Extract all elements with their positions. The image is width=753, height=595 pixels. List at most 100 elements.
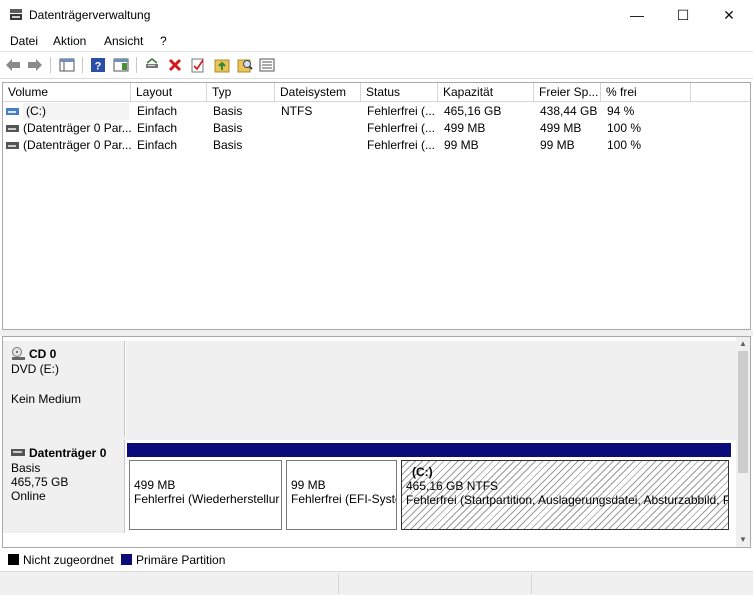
legend: Nicht zugeordnet Primäre Partition bbox=[0, 549, 753, 571]
toolbar-separator bbox=[82, 57, 83, 73]
console-tree-icon[interactable] bbox=[58, 56, 76, 74]
partition-status: Fehlerfrei (Startpartition, Auslagerungs… bbox=[406, 493, 729, 507]
toolbar: ? bbox=[0, 52, 753, 79]
volume-drive-icon bbox=[6, 125, 19, 132]
partition-efi[interactable]: 99 MB Fehlerfrei (EFI-Syste bbox=[284, 443, 399, 533]
cd-empty-area bbox=[126, 341, 736, 437]
scrollbar-thumb[interactable] bbox=[738, 351, 748, 473]
cell-dateisystem: NTFS bbox=[281, 104, 313, 118]
disk0-state: Online bbox=[11, 489, 46, 503]
volume-list[interactable]: Volume Layout Typ Dateisystem Status Kap… bbox=[2, 82, 751, 330]
action-pane-icon[interactable] bbox=[112, 56, 130, 74]
partition-recovery[interactable]: 499 MB Fehlerfrei (Wiederherstellur bbox=[127, 443, 284, 533]
column-kapazitaet[interactable]: Kapazität bbox=[438, 83, 534, 102]
cell-prozent-frei: 100 % bbox=[607, 138, 642, 152]
column-prozent-frei[interactable]: % frei bbox=[601, 83, 691, 102]
partition-c[interactable]: (C:) 465,16 GB NTFS Fehlerfrei (Startpar… bbox=[399, 443, 731, 533]
column-typ[interactable]: Typ bbox=[207, 83, 275, 102]
cell-freier-speicher: 99 MB bbox=[540, 138, 575, 152]
partition-type-bar bbox=[399, 443, 731, 457]
partition-status: Fehlerfrei (EFI-Syste bbox=[291, 492, 397, 506]
partition-label: (C:) bbox=[412, 465, 433, 479]
status-bar bbox=[0, 571, 753, 595]
details-view-icon[interactable] bbox=[258, 56, 276, 74]
title-bar: Datenträgerverwaltung — ☐ ✕ bbox=[0, 0, 753, 30]
properties-icon[interactable] bbox=[189, 56, 207, 74]
column-freier-speicher[interactable]: Freier Sp... bbox=[534, 83, 601, 102]
partition-body-selected: (C:) 465,16 GB NTFS Fehlerfrei (Startpar… bbox=[401, 460, 729, 530]
scroll-up-icon[interactable]: ▲ bbox=[736, 338, 750, 350]
cell-status: Fehlerfrei (... bbox=[367, 121, 436, 135]
cell-volume: (Datenträger 0 Par... bbox=[23, 121, 131, 135]
back-arrow-icon[interactable] bbox=[4, 56, 22, 74]
help-icon[interactable]: ? bbox=[89, 56, 107, 74]
cell-typ: Basis bbox=[213, 121, 243, 135]
column-layout[interactable]: Layout bbox=[131, 83, 207, 102]
cell-layout: Einfach bbox=[137, 138, 178, 152]
menu-ansicht[interactable]: Ansicht bbox=[104, 34, 143, 48]
volume-drive-icon bbox=[6, 142, 19, 149]
legend-label-primary: Primäre Partition bbox=[136, 553, 226, 567]
connect-disk-icon[interactable] bbox=[143, 56, 161, 74]
cell-prozent-frei: 100 % bbox=[607, 121, 642, 135]
status-divider bbox=[531, 574, 532, 594]
cell-layout: Einfach bbox=[137, 104, 178, 118]
cd-media-status: Kein Medium bbox=[11, 392, 82, 406]
column-dateisystem[interactable]: Dateisystem bbox=[275, 83, 361, 102]
column-volume[interactable]: Volume bbox=[3, 83, 131, 102]
cell-layout: Einfach bbox=[137, 121, 178, 135]
cell-volume: (C:) bbox=[23, 103, 129, 120]
partition-size: 499 MB bbox=[134, 478, 176, 492]
delete-icon[interactable] bbox=[166, 56, 184, 74]
disk-management-app-icon bbox=[10, 9, 22, 20]
menu-aktion[interactable]: Aktion bbox=[53, 34, 86, 48]
up-folder-icon[interactable] bbox=[213, 56, 231, 74]
partition-body: 99 MB Fehlerfrei (EFI-Syste bbox=[286, 460, 397, 530]
legend-swatch-primary bbox=[121, 554, 132, 565]
scroll-down-icon[interactable]: ▼ bbox=[736, 534, 750, 546]
minimize-button[interactable]: — bbox=[614, 0, 660, 30]
table-row[interactable]: (Datenträger 0 Par... Einfach Basis Fehl… bbox=[3, 120, 750, 137]
table-row[interactable]: (C:) Einfach Basis NTFS Fehlerfrei (... … bbox=[3, 103, 750, 120]
cell-typ: Basis bbox=[213, 138, 243, 152]
forward-arrow-icon[interactable] bbox=[26, 56, 44, 74]
vertical-scrollbar[interactable]: ▲ ▼ bbox=[736, 337, 750, 547]
cell-volume: (Datenträger 0 Par... bbox=[23, 138, 131, 152]
close-button[interactable]: ✕ bbox=[706, 0, 752, 30]
maximize-button[interactable]: ☐ bbox=[660, 0, 706, 30]
partition-body: 499 MB Fehlerfrei (Wiederherstellur bbox=[129, 460, 282, 530]
cd-name: CD 0 bbox=[29, 347, 57, 361]
toolbar-separator bbox=[136, 57, 137, 73]
cd-drive-icon bbox=[12, 347, 25, 360]
partition-size: 465,16 GB NTFS bbox=[406, 479, 499, 493]
cell-kapazitaet: 465,16 GB bbox=[444, 104, 502, 118]
menu-help[interactable]: ? bbox=[160, 34, 167, 48]
legend-label-unallocated: Nicht zugeordnet bbox=[23, 553, 114, 567]
disk0-type: Basis bbox=[11, 461, 41, 475]
disk-label-disk0[interactable]: Datenträger 0 Basis 465,75 GB Online bbox=[3, 440, 125, 533]
disk0-name: Datenträger 0 bbox=[29, 446, 107, 460]
status-divider bbox=[338, 574, 339, 594]
disk-label-cd0[interactable]: CD 0 DVD (E:) Kein Medium bbox=[3, 341, 125, 437]
disk0-size: 465,75 GB bbox=[11, 475, 69, 489]
cell-status: Fehlerfrei (... bbox=[367, 104, 436, 118]
find-icon[interactable] bbox=[236, 56, 254, 74]
menu-bar: Datei Aktion Ansicht ? bbox=[0, 30, 753, 52]
column-status[interactable]: Status bbox=[361, 83, 438, 102]
partition-size: 99 MB bbox=[291, 478, 326, 492]
cell-prozent-frei: 94 % bbox=[607, 104, 635, 118]
cell-kapazitaet: 499 MB bbox=[444, 121, 486, 135]
cell-freier-speicher: 499 MB bbox=[540, 121, 582, 135]
svg-text:?: ? bbox=[95, 61, 102, 73]
menu-datei[interactable]: Datei bbox=[10, 34, 38, 48]
window-title: Datenträgerverwaltung bbox=[29, 8, 151, 22]
cell-freier-speicher: 438,44 GB bbox=[540, 104, 598, 118]
toolbar-separator bbox=[50, 57, 51, 73]
disk-view[interactable]: CD 0 DVD (E:) Kein Medium Datenträger 0 … bbox=[2, 336, 751, 548]
table-row[interactable]: (Datenträger 0 Par... Einfach Basis Fehl… bbox=[3, 137, 750, 154]
partition-status: Fehlerfrei (Wiederherstellur bbox=[134, 492, 280, 506]
cell-status: Fehlerfrei (... bbox=[367, 138, 436, 152]
cd-drive-letter: DVD (E:) bbox=[11, 362, 59, 376]
partition-type-bar bbox=[127, 443, 284, 457]
partition-type-bar bbox=[284, 443, 399, 457]
